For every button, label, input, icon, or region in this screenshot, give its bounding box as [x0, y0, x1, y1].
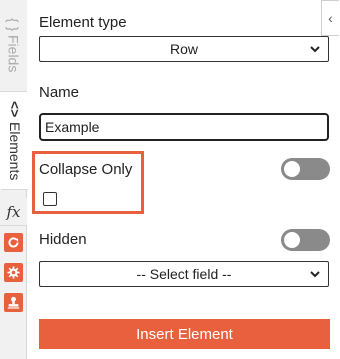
stamp-button[interactable] — [4, 293, 23, 312]
hidden-toggle[interactable] — [281, 229, 330, 251]
braces-icon: { } — [5, 18, 22, 32]
collapse-only-label: Collapse Only — [39, 161, 133, 178]
element-type-label: Element type — [39, 14, 127, 31]
element-type-select[interactable]: Row — [39, 36, 329, 62]
fx-icon: fx — [6, 202, 21, 221]
name-label: Name — [39, 84, 80, 101]
collapse-only-toggle[interactable] — [281, 158, 330, 180]
toggle-knob — [284, 232, 300, 248]
chevron-down-icon — [310, 271, 320, 278]
tab-fields-label: Fields — [5, 35, 22, 73]
refresh-button[interactable] — [4, 233, 23, 252]
name-input-value: Example — [45, 119, 100, 135]
element-editor-panel: { } Fields <> Elements fx ‹ Element type… — [0, 0, 340, 359]
collapse-panel-button[interactable]: ‹ — [321, 0, 339, 36]
insert-element-button[interactable]: Insert Element — [39, 319, 330, 349]
code-brackets-icon: <> — [7, 101, 23, 118]
side-tab-rail: { } Fields <> Elements fx — [0, 0, 28, 359]
gear-icon — [7, 266, 20, 279]
element-type-value: Row — [169, 41, 198, 57]
tab-fields[interactable]: { } Fields — [0, 0, 27, 92]
settings-button[interactable] — [4, 263, 23, 282]
field-select-value: -- Select field -- — [136, 266, 232, 282]
name-input[interactable]: Example — [39, 113, 329, 141]
hidden-label: Hidden — [39, 231, 87, 248]
stamp-icon — [7, 296, 20, 309]
tab-elements[interactable]: <> Elements — [0, 92, 28, 190]
field-select[interactable]: -- Select field -- — [39, 261, 329, 287]
chevron-down-icon — [310, 46, 320, 53]
toggle-knob — [284, 161, 300, 177]
tab-elements-label: Elements — [7, 121, 23, 180]
chevron-left-icon: ‹ — [328, 10, 333, 26]
tab-formula[interactable]: fx — [0, 198, 27, 226]
collapse-only-checkbox[interactable] — [43, 192, 57, 206]
refresh-icon — [8, 237, 19, 248]
